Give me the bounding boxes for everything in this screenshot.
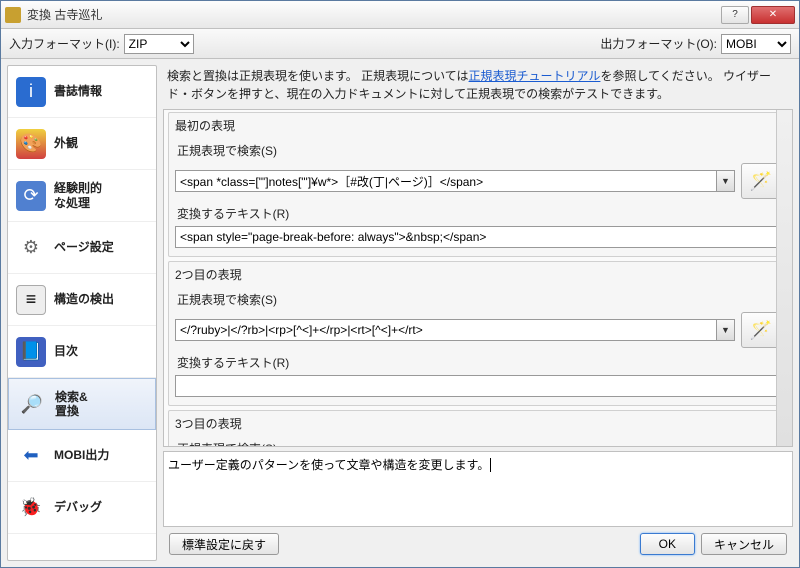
sidebar-icon: ⬅ xyxy=(16,441,46,471)
content-pane: 検索と置換は正規表現を使います。 正規表現については正規表現チュートリアルを参照… xyxy=(163,65,793,561)
replace-input[interactable] xyxy=(175,226,781,248)
search-label: 正規表現で検索(S) xyxy=(177,440,277,447)
wizard-button[interactable]: 🪄 xyxy=(741,312,781,348)
sidebar-icon: 🔎 xyxy=(17,389,47,419)
expression-group-2: 2つ目の表現正規表現で検索(S) ▼ 🪄 変換するテキスト(R) xyxy=(168,261,788,406)
sidebar-icon: ⟳ xyxy=(16,181,46,211)
sidebar-item-7[interactable]: ⬅ MOBI出力 xyxy=(8,430,156,482)
search-label: 正規表現で検索(S) xyxy=(177,142,277,159)
sidebar-icon: i xyxy=(16,77,46,107)
help-button[interactable]: ? xyxy=(721,6,749,24)
format-toolbar: 入力フォーマット(I): ZIP 出力フォーマット(O): MOBI xyxy=(1,29,799,59)
restore-defaults-button[interactable]: 標準設定に戻す xyxy=(169,533,279,555)
sidebar-item-3[interactable]: ⚙ ページ設定 xyxy=(8,222,156,274)
group-title: 2つ目の表現 xyxy=(175,266,781,283)
sidebar-item-0[interactable]: i 書誌情報 xyxy=(8,66,156,118)
cancel-button[interactable]: キャンセル xyxy=(701,533,787,555)
expression-group-1: 最初の表現正規表現で検索(S) ▼ 🪄 変換するテキスト(R) xyxy=(168,112,788,257)
sidebar-icon: 📘 xyxy=(16,337,46,367)
group-title: 最初の表現 xyxy=(175,117,781,134)
description-text: ユーザー定義のパターンを使って文章や構造を変更します。 xyxy=(168,458,489,472)
intro-pre: 検索と置換は正規表現を使います。 正規表現については xyxy=(167,69,469,83)
intro-text: 検索と置換は正規表現を使います。 正規表現については正規表現チュートリアルを参照… xyxy=(163,65,793,109)
app-icon xyxy=(5,7,21,23)
output-format-label: 出力フォーマット(O): xyxy=(600,35,717,52)
dialog-window: 変換 古寺巡礼 ? ✕ 入力フォーマット(I): ZIP 出力フォーマット(O)… xyxy=(0,0,800,568)
chevron-down-icon[interactable]: ▼ xyxy=(717,319,735,341)
scrollbar[interactable] xyxy=(776,110,792,446)
sidebar-item-8[interactable]: 🐞 デバッグ xyxy=(8,482,156,534)
group-title: 3つ目の表現 xyxy=(175,415,781,432)
description-box[interactable]: ユーザー定義のパターンを使って文章や構造を変更します。 xyxy=(163,451,793,527)
close-button[interactable]: ✕ xyxy=(751,6,795,24)
sidebar-icon: ≡ xyxy=(16,285,46,315)
window-title: 変換 古寺巡礼 xyxy=(27,6,719,23)
ok-button[interactable]: OK xyxy=(640,533,695,555)
input-format-select[interactable]: ZIP xyxy=(124,34,194,54)
titlebar: 変換 古寺巡礼 ? ✕ xyxy=(1,1,799,29)
replace-label: 変換するテキスト(R) xyxy=(177,354,289,371)
sidebar-item-label: MOBI出力 xyxy=(54,448,109,462)
sidebar-item-label: 目次 xyxy=(54,344,78,358)
sidebar-item-label: 経験則的な処理 xyxy=(54,181,102,210)
chevron-down-icon[interactable]: ▼ xyxy=(717,170,735,192)
search-input[interactable] xyxy=(175,170,717,192)
sidebar-item-5[interactable]: 📘 目次 xyxy=(8,326,156,378)
replace-label: 変換するテキスト(R) xyxy=(177,205,289,222)
regex-tutorial-link[interactable]: 正規表現チュートリアル xyxy=(469,69,601,83)
sidebar-item-label: 外観 xyxy=(54,136,78,150)
sidebar-item-label: ページ設定 xyxy=(54,240,114,254)
sidebar-item-label: 書誌情報 xyxy=(54,84,102,98)
sidebar-item-1[interactable]: 🎨 外観 xyxy=(8,118,156,170)
sidebar-item-label: デバッグ xyxy=(54,500,102,514)
sidebar-icon: 🐞 xyxy=(16,493,46,523)
expression-group-3: 3つ目の表現正規表現で検索(S)▼🪄 xyxy=(168,410,788,447)
sidebar-icon: ⚙ xyxy=(16,233,46,263)
footer: 標準設定に戻す OK キャンセル xyxy=(163,527,793,561)
sidebar: i 書誌情報 🎨 外観 ⟳ 経験則的な処理 ⚙ ページ設定 ≡ 構造の検出 📘 目次 🔎 検索&置換 ⬅ MO… xyxy=(7,65,157,561)
sidebar-icon: 🎨 xyxy=(16,129,46,159)
sidebar-item-label: 構造の検出 xyxy=(54,292,114,306)
output-format-select[interactable]: MOBI xyxy=(721,34,791,54)
sidebar-item-4[interactable]: ≡ 構造の検出 xyxy=(8,274,156,326)
sidebar-item-6[interactable]: 🔎 検索&置換 xyxy=(8,378,156,430)
sidebar-item-label: 検索&置換 xyxy=(55,390,88,419)
sidebar-item-2[interactable]: ⟳ 経験則的な処理 xyxy=(8,170,156,222)
expressions-scroll: 最初の表現正規表現で検索(S)▼🪄変換するテキスト(R)2つ目の表現正規表現で検… xyxy=(163,109,793,447)
search-label: 正規表現で検索(S) xyxy=(177,291,277,308)
wizard-button[interactable]: 🪄 xyxy=(741,163,781,199)
search-input[interactable] xyxy=(175,319,717,341)
replace-input[interactable] xyxy=(175,375,781,397)
input-format-label: 入力フォーマット(I): xyxy=(9,35,120,52)
